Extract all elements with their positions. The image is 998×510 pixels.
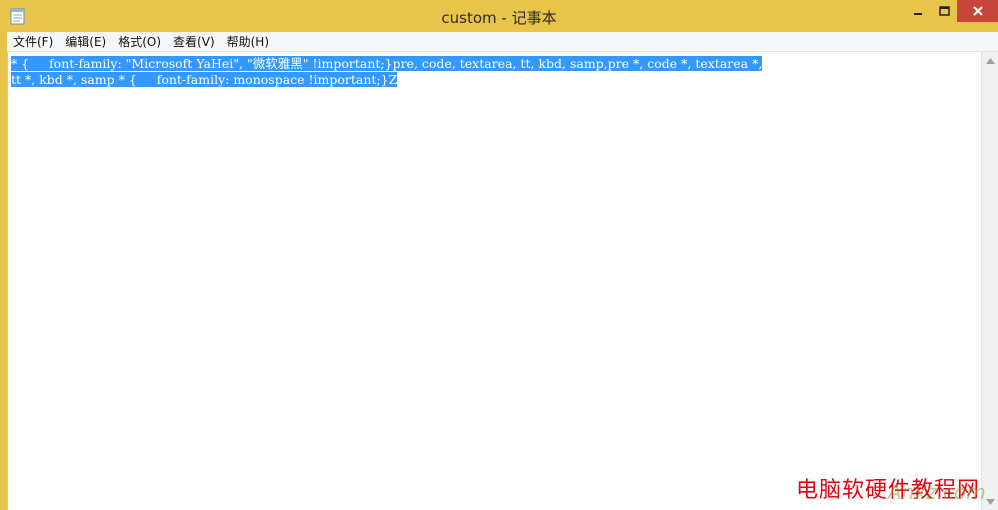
menu-bar: 文件(F) 编辑(E) 格式(O) 查看(V) 帮助(H) [7,32,998,52]
editor-text[interactable]: * { font-family: "Microsoft YaHei", "微软雅… [11,56,979,87]
minimize-button[interactable] [905,0,931,22]
scroll-up-arrow-icon[interactable] [982,52,998,69]
maximize-button[interactable] [931,0,957,22]
editor-line-1: * { font-family: "Microsoft YaHei", "微软雅… [11,56,979,72]
menu-edit[interactable]: 编辑(E) [59,32,112,52]
window-title: custom - 记事本 [441,9,557,27]
menu-view[interactable]: 查看(V) [167,32,221,52]
editor-line-2: tt *, kbd *, samp * { font-family: monos… [11,71,979,88]
watermark-logo: Anxz.com [888,480,986,504]
selected-text-2: tt *, kbd *, samp * { font-family: monos… [11,71,398,87]
menu-format[interactable]: 格式(O) [112,32,167,52]
close-icon [972,6,983,16]
title-bar[interactable]: custom - 记事本 [0,0,998,32]
watermark: 电脑软硬件教程网 Anxz.com [796,470,996,506]
notepad-window: custom - 记事本 文件(F) 编辑(E) 格式(O) 查看(V) 帮助(… [0,0,998,510]
text-editor[interactable]: * { font-family: "Microsoft YaHei", "微软雅… [7,52,998,510]
menu-help[interactable]: 帮助(H) [221,32,275,52]
menu-file[interactable]: 文件(F) [7,32,59,52]
minimize-icon [914,13,922,15]
close-button[interactable] [957,0,998,22]
vertical-scrollbar[interactable] [981,52,998,510]
maximize-icon [938,6,950,16]
selected-text-1: * { font-family: "Microsoft YaHei", "微软雅… [11,56,763,71]
